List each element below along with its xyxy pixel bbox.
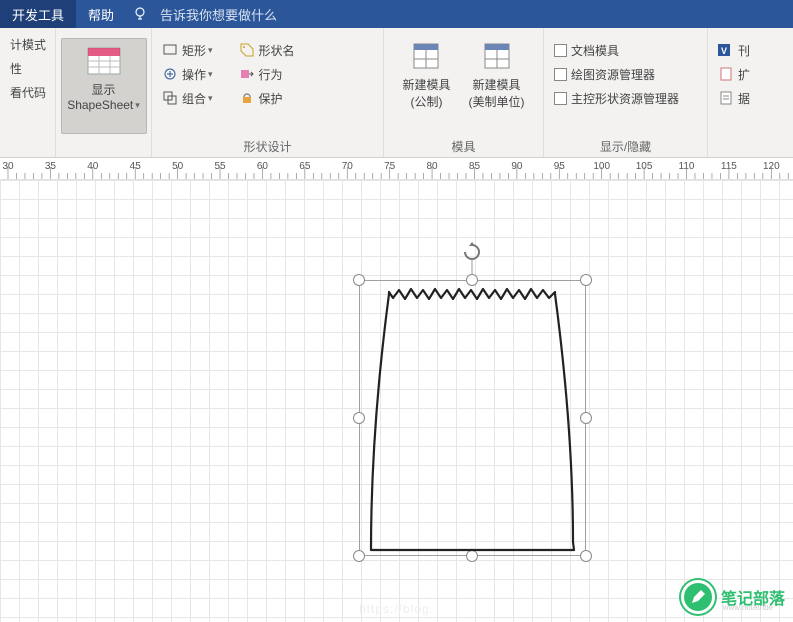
tag-icon	[239, 42, 255, 58]
watermark-sub: www.notetribe	[723, 603, 773, 612]
checkbox-document-stencil[interactable]: 文档模具	[550, 38, 701, 62]
visio-icon-item[interactable]: V刊	[714, 38, 754, 62]
checkbox-drawing-explorer[interactable]: 绘图资源管理器	[550, 62, 701, 86]
stencil-us-icon	[479, 38, 515, 74]
partial-item-2[interactable]: 扩	[714, 62, 754, 86]
operations-icon	[162, 66, 178, 82]
group-label-shape-design: 形状设计	[152, 138, 383, 155]
stencil-metric-label: 新建模具	[402, 76, 450, 93]
rectangle-icon	[162, 42, 178, 58]
checkbox-icon	[554, 92, 567, 105]
protection-button[interactable]: 保护	[235, 86, 299, 110]
group-label-stencil: 模具	[384, 138, 543, 155]
behavior-icon	[239, 66, 255, 82]
visio-app-icon: V	[718, 42, 734, 58]
ribbon: 计模式 性 看代码 显示 ShapeSheet▾ 矩形▾ 操作▾	[0, 28, 793, 158]
group-shape-design: 矩形▾ 操作▾ 组合▾ 形状名 行为	[152, 28, 384, 157]
operations-menu[interactable]: 操作▾	[158, 62, 217, 86]
rotate-handle[interactable]	[462, 242, 482, 262]
group-shapesheet: 显示 ShapeSheet▾	[56, 28, 152, 157]
horizontal-ruler: 3035404550556065707580859095100105110115…	[0, 158, 793, 180]
behavior-button[interactable]: 行为	[235, 62, 299, 86]
group-right-partial: V刊 扩 据	[708, 28, 793, 157]
pencil-badge-icon	[681, 580, 715, 614]
drawn-shape[interactable]	[359, 280, 586, 556]
item-view-code[interactable]: 看代码	[6, 80, 49, 104]
checkbox-icon	[554, 68, 567, 81]
stencil-us-sub: (美制单位)	[469, 93, 525, 110]
partial-item-3[interactable]: 据	[714, 86, 754, 110]
new-stencil-us-button[interactable]: 新建模具 (美制单位)	[463, 34, 531, 114]
doc-icon	[718, 66, 734, 82]
site-watermark: 笔记部落 www.notetribe	[681, 580, 785, 614]
rectangle-tool[interactable]: 矩形▾	[158, 38, 217, 62]
combine-icon	[162, 90, 178, 106]
group-show-hide: 文档模具 绘图资源管理器 主控形状资源管理器 显示/隐藏	[544, 28, 708, 157]
item-properties[interactable]: 性	[6, 56, 49, 80]
tell-me-input[interactable]: 告诉我你想要做什么	[154, 0, 283, 28]
lock-icon	[239, 90, 255, 106]
stencil-us-label: 新建模具	[472, 76, 520, 93]
shapesheet-label2: ShapeSheet▾	[67, 98, 140, 112]
group-code-partial: 计模式 性 看代码	[0, 28, 56, 157]
combine-menu[interactable]: 组合▾	[158, 86, 217, 110]
lightbulb-icon	[126, 0, 154, 28]
doc-icon	[718, 90, 734, 106]
stencil-metric-sub: (公制)	[410, 93, 442, 110]
stencil-metric-icon	[408, 38, 444, 74]
checkbox-icon	[554, 44, 567, 57]
drawing-canvas[interactable]: https://blog. 笔记部落 www.notetribe	[0, 180, 793, 622]
tab-developer[interactable]: 开发工具	[0, 0, 76, 28]
group-label-show-hide: 显示/隐藏	[544, 138, 707, 155]
ribbon-tabbar: 开发工具 帮助 告诉我你想要做什么	[0, 0, 793, 28]
tab-help[interactable]: 帮助	[76, 0, 126, 28]
group-stencil: 新建模具 (公制) 新建模具 (美制单位) 模具	[384, 28, 544, 157]
checkbox-master-explorer[interactable]: 主控形状资源管理器	[550, 86, 701, 110]
new-stencil-metric-button[interactable]: 新建模具 (公制)	[396, 34, 456, 114]
item-design-mode[interactable]: 计模式	[6, 32, 49, 56]
shapesheet-label1: 显示	[91, 81, 115, 98]
blog-watermark: https://blog.	[359, 602, 434, 616]
show-shapesheet-button[interactable]: 显示 ShapeSheet▾	[61, 38, 147, 134]
shape-name-button[interactable]: 形状名	[235, 38, 299, 62]
shapesheet-icon	[86, 43, 122, 79]
svg-text:V: V	[721, 46, 727, 56]
